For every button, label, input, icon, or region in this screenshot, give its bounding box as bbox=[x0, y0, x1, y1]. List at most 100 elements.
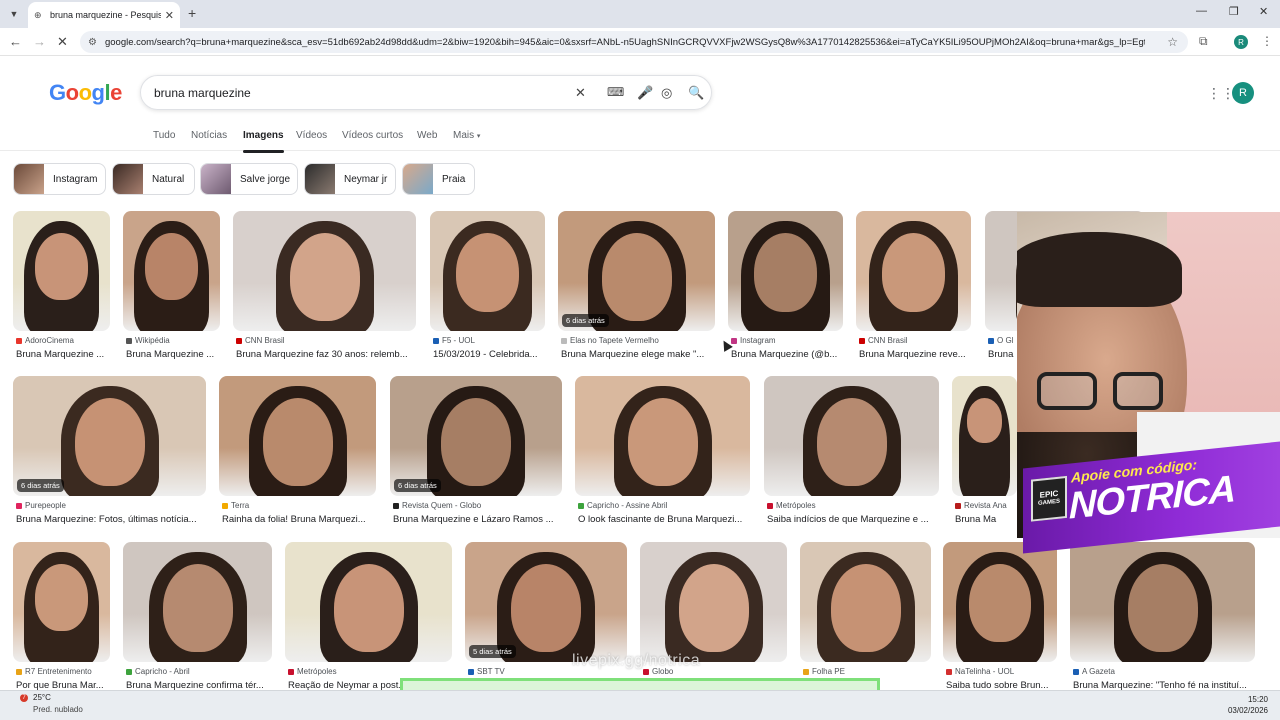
result-thumbnail[interactable] bbox=[575, 376, 750, 496]
chrome-profile-avatar[interactable]: R bbox=[1234, 35, 1248, 49]
result-thumbnail[interactable]: 6 dias atrás bbox=[390, 376, 562, 496]
result-caption[interactable]: Bruna Ma bbox=[955, 514, 1018, 525]
microphone-icon[interactable]: 🎤 bbox=[637, 85, 653, 101]
result-source[interactable]: Elas no Tapete Vermelho bbox=[561, 336, 716, 345]
result-thumbnail[interactable]: 6 dias atrás bbox=[558, 211, 715, 331]
weather-temperature[interactable]: 25°C bbox=[33, 693, 51, 702]
image-result[interactable]: Folha PErouba a... bbox=[800, 542, 931, 696]
result-source[interactable]: F5 - UOL bbox=[433, 336, 546, 345]
result-thumbnail[interactable] bbox=[856, 211, 971, 331]
image-result[interactable]: CNN Brasil Bruna Marquezine reve... bbox=[856, 211, 971, 365]
result-thumbnail[interactable] bbox=[123, 211, 220, 331]
image-result[interactable]: A Gazeta Bruna Marquezine: "Tenho fé na i… bbox=[1070, 542, 1255, 696]
result-source[interactable]: Wikipédia bbox=[126, 336, 221, 345]
image-result[interactable]: Capricho - Abril Bruna Marquezine confirm… bbox=[123, 542, 272, 696]
result-thumbnail[interactable] bbox=[123, 542, 272, 662]
result-source[interactable]: CNN Brasil bbox=[236, 336, 417, 345]
tab-imagens[interactable]: Imagens bbox=[243, 130, 284, 153]
result-thumbnail[interactable] bbox=[285, 542, 452, 662]
result-source[interactable]: Metrópoles bbox=[767, 501, 940, 510]
search-box[interactable]: bruna marquezine ✕ ⌨ 🎤 ◎ 🔍 bbox=[140, 75, 712, 110]
image-result[interactable]: Terra Rainha da folia! Bruna Marquezi... bbox=[219, 376, 376, 530]
site-info-icon[interactable]: ⚙ bbox=[88, 37, 97, 48]
result-source[interactable]: Revista Quem - Globo bbox=[393, 501, 563, 510]
image-result[interactable]: Wikipédia Bruna Marquezine ... bbox=[123, 211, 220, 365]
result-caption[interactable]: Bruna Marquezine reve... bbox=[859, 349, 972, 360]
result-source[interactable]: Capricho - Assine Abril bbox=[578, 501, 751, 510]
image-result[interactable]: CNN Brasil Bruna Marquezine faz 30 anos: … bbox=[233, 211, 416, 365]
tab-mais[interactable]: Mais ▾ bbox=[453, 130, 480, 141]
image-result[interactable]: Metrópoles Saiba indícios de que Marquezi… bbox=[764, 376, 939, 530]
result-source[interactable]: Metrópoles bbox=[288, 667, 453, 676]
result-thumbnail[interactable] bbox=[764, 376, 939, 496]
result-thumbnail[interactable]: 5 dias atrás bbox=[465, 542, 627, 662]
result-caption[interactable]: Bruna Marquezine elege make "... bbox=[561, 349, 716, 360]
image-result[interactable]: 6 dias atrás Elas no Tapete Vermelho Bruna… bbox=[558, 211, 715, 365]
image-result[interactable]: Capricho - Assine Abril O look fascinante… bbox=[575, 376, 750, 530]
result-thumbnail[interactable] bbox=[640, 542, 787, 662]
chip-praia[interactable]: Praia bbox=[402, 163, 475, 195]
result-source[interactable]: NaTelinha - UOL bbox=[946, 667, 1058, 676]
result-caption[interactable]: Bruna Marquezine ... bbox=[126, 349, 221, 360]
result-thumbnail[interactable] bbox=[800, 542, 931, 662]
image-result[interactable]: AdoroCinema Bruna Marquezine ... bbox=[13, 211, 110, 365]
image-result[interactable]: F5 - UOL 15/03/2019 - Celebrida... bbox=[430, 211, 545, 365]
result-thumbnail[interactable] bbox=[13, 211, 110, 331]
extensions-icon[interactable]: ⧉ bbox=[1199, 34, 1208, 49]
search-icon[interactable]: 🔍 bbox=[688, 85, 704, 101]
weather-icon[interactable]: 7 bbox=[20, 694, 28, 702]
close-tab-icon[interactable]: ✕ bbox=[165, 9, 174, 22]
account-avatar[interactable]: R bbox=[1232, 82, 1254, 104]
result-thumbnail[interactable] bbox=[952, 376, 1017, 496]
new-tab-icon[interactable]: + bbox=[188, 5, 196, 21]
browser-tab[interactable]: ⊕ bruna marquezine - Pesquisa G ✕ bbox=[28, 2, 180, 28]
result-source[interactable]: AdoroCinema bbox=[16, 336, 111, 345]
result-caption[interactable]: Bruna Marquezine ... bbox=[16, 349, 111, 360]
chip-natural[interactable]: Natural bbox=[112, 163, 195, 195]
result-caption[interactable]: Rainha da folia! Bruna Marquezi... bbox=[222, 514, 377, 525]
forward-icon[interactable]: → bbox=[33, 34, 46, 49]
result-thumbnail[interactable] bbox=[728, 211, 843, 331]
image-result[interactable]: Globo bbox=[640, 542, 787, 696]
result-thumbnail[interactable] bbox=[943, 542, 1057, 662]
result-caption[interactable]: Bruna Marquezine (@b... bbox=[731, 349, 844, 360]
chip-instagram[interactable]: Instagram bbox=[13, 163, 106, 195]
result-source[interactable]: Capricho - Abril bbox=[126, 667, 273, 676]
tab-noticias[interactable]: Notícias bbox=[191, 130, 227, 141]
image-result[interactable]: R7 Entretenimento Por que Bruna Mar... bbox=[13, 542, 110, 696]
result-source[interactable]: Instagram bbox=[731, 336, 844, 345]
image-result[interactable]: 6 dias atrás Revista Quem - Globo Bruna Ma… bbox=[390, 376, 562, 530]
result-thumbnail[interactable] bbox=[233, 211, 416, 331]
minimize-icon[interactable]: — bbox=[1196, 5, 1207, 17]
result-source[interactable]: Purepeople bbox=[16, 501, 207, 510]
tab-search-icon[interactable]: ▼ bbox=[4, 4, 24, 24]
restore-icon[interactable]: ❐ bbox=[1229, 5, 1239, 18]
tab-tudo[interactable]: Tudo bbox=[153, 130, 175, 141]
image-result[interactable]: Instagram Bruna Marquezine (@b... bbox=[728, 211, 843, 365]
tab-videos[interactable]: Vídeos bbox=[296, 130, 327, 141]
result-source[interactable]: A Gazeta bbox=[1073, 667, 1256, 676]
chrome-menu-icon[interactable]: ⋮ bbox=[1261, 34, 1273, 48]
result-thumbnail[interactable] bbox=[430, 211, 545, 331]
system-clock[interactable]: 15:20 03/02/2026 bbox=[1228, 694, 1268, 716]
result-source[interactable]: Revista Ana bbox=[955, 501, 1018, 510]
keyboard-icon[interactable]: ⌨ bbox=[607, 85, 624, 99]
result-source[interactable]: Terra bbox=[222, 501, 377, 510]
close-window-icon[interactable]: ✕ bbox=[1259, 5, 1268, 18]
result-caption[interactable]: Bruna Marquezine: Fotos, últimas notícia… bbox=[16, 514, 207, 525]
result-thumbnail[interactable]: 6 dias atrás bbox=[13, 376, 206, 496]
search-input[interactable]: bruna marquezine bbox=[154, 86, 251, 100]
result-source[interactable]: R7 Entretenimento bbox=[16, 667, 111, 676]
chip-neymar-jr[interactable]: Neymar jr bbox=[304, 163, 396, 195]
result-caption[interactable]: O look fascinante de Bruna Marquezi... bbox=[578, 514, 751, 525]
image-result[interactable]: NaTelinha - UOL Saiba tudo sobre Brun... bbox=[943, 542, 1057, 696]
tab-videos-curtos[interactable]: Vídeos curtos bbox=[342, 130, 403, 141]
clear-search-icon[interactable]: ✕ bbox=[575, 85, 586, 101]
bookmark-star-icon[interactable]: ☆ bbox=[1167, 35, 1178, 49]
chip-salve-jorge[interactable]: Salve jorge bbox=[200, 163, 298, 195]
result-caption[interactable]: Saiba indícios de que Marquezine e ... bbox=[767, 514, 940, 525]
address-bar[interactable]: ⚙ google.com/search?q=bruna+marquezine&s… bbox=[80, 31, 1188, 53]
image-result[interactable]: Revista Ana Bruna Ma bbox=[952, 376, 1017, 530]
weather-description[interactable]: Pred. nublado bbox=[33, 705, 83, 714]
google-logo[interactable]: Google bbox=[49, 80, 122, 106]
